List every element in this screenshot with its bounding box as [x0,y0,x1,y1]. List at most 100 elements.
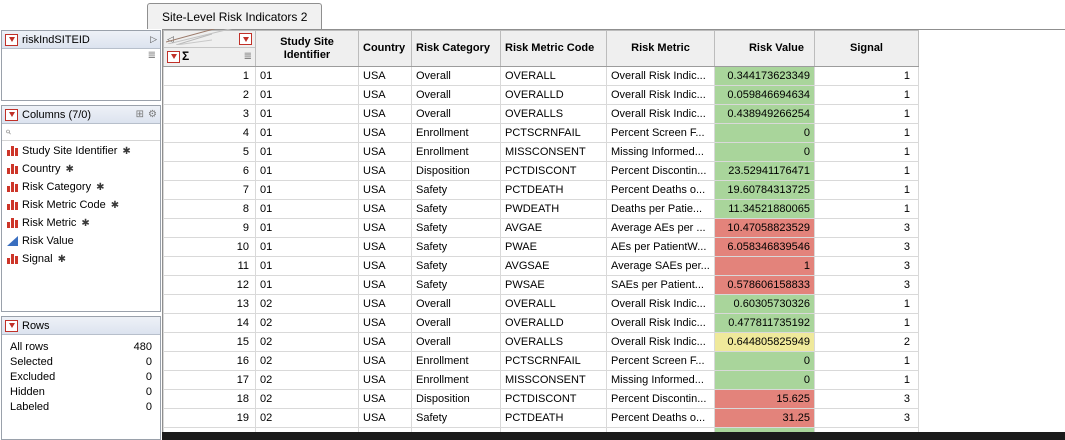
cell-signal[interactable]: 2 [815,333,919,352]
cell-value[interactable]: 0.644805825949 [715,333,815,352]
cell-rownum[interactable]: 14 [164,314,256,333]
col-header-risk-category[interactable]: Risk Category [412,31,501,67]
cell-site[interactable]: 01 [256,238,359,257]
column-item-signal[interactable]: Signal✱ [2,250,160,268]
cell-category[interactable]: Safety [412,181,501,200]
cell-signal[interactable]: 1 [815,86,919,105]
cell-site[interactable]: 01 [256,86,359,105]
cell-value[interactable]: 0 [715,124,815,143]
cell-rownum[interactable]: 6 [164,162,256,181]
cell-rownum[interactable]: 18 [164,390,256,409]
cell-signal[interactable]: 1 [815,143,919,162]
cell-category[interactable]: Overall [412,86,501,105]
cell-metric[interactable]: Percent Discontin... [607,162,715,181]
cell-rownum[interactable]: 1 [164,67,256,86]
columns-search[interactable] [2,124,160,141]
cell-country[interactable]: USA [359,333,412,352]
cell-signal[interactable]: 1 [815,105,919,124]
cell-code[interactable]: OVERALLD [501,314,607,333]
cell-rownum[interactable]: 7 [164,181,256,200]
cell-rownum[interactable]: 15 [164,333,256,352]
cell-code[interactable]: OVERALLS [501,333,607,352]
col-header-country[interactable]: Country [359,31,412,67]
cell-signal[interactable]: 3 [815,276,919,295]
cell-country[interactable]: USA [359,390,412,409]
column-grid-icon[interactable]: ⊞ [136,110,144,120]
cell-signal[interactable]: 3 [815,257,919,276]
column-item-study-site-identifier[interactable]: Study Site Identifier✱ [2,142,160,160]
column-item-risk-category[interactable]: Risk Category✱ [2,178,160,196]
cell-category[interactable]: Safety [412,276,501,295]
cell-signal[interactable]: 1 [815,371,919,390]
cell-value[interactable]: 0 [715,371,815,390]
col-header-study-site-identifier[interactable]: Study Site Identifier [256,31,359,67]
cell-country[interactable]: USA [359,409,412,428]
cell-rownum[interactable]: 19 [164,409,256,428]
column-item-risk-value[interactable]: Risk Value [2,232,160,250]
cell-code[interactable]: PCTDEATH [501,409,607,428]
cell-country[interactable]: USA [359,162,412,181]
cell-code[interactable]: PWSAE [501,276,607,295]
cell-value[interactable]: 0.60305730326 [715,295,815,314]
sigma-icon[interactable]: Σ [182,50,189,63]
cell-code[interactable]: MISSCONSENT [501,371,607,390]
cell-category[interactable]: Enrollment [412,143,501,162]
cell-category[interactable]: Disposition [412,390,501,409]
cell-site[interactable]: 02 [256,352,359,371]
cell-category[interactable]: Safety [412,200,501,219]
cell-site[interactable]: 02 [256,390,359,409]
cell-site[interactable]: 02 [256,295,359,314]
cell-metric[interactable]: Missing Informed... [607,143,715,162]
cell-code[interactable]: OVERALL [501,295,607,314]
cell-signal[interactable]: 1 [815,67,919,86]
rows-header-red-triangle-icon[interactable] [167,51,180,63]
cell-value[interactable]: 10.47058823529 [715,219,815,238]
cell-site[interactable]: 01 [256,162,359,181]
cell-metric[interactable]: Percent Discontin... [607,390,715,409]
cell-site[interactable]: 01 [256,181,359,200]
columns-header-red-triangle-icon[interactable] [239,33,252,45]
cell-site[interactable]: 01 [256,105,359,124]
cell-value[interactable]: 0.477811735192 [715,314,815,333]
cell-code[interactable]: AVGSAE [501,257,607,276]
cell-site[interactable]: 01 [256,257,359,276]
row-state-list-icon[interactable]: ≣ [244,52,252,62]
column-item-risk-metric[interactable]: Risk Metric✱ [2,214,160,232]
cell-country[interactable]: USA [359,181,412,200]
cell-site[interactable]: 01 [256,124,359,143]
cell-value[interactable]: 11.34521880065 [715,200,815,219]
cell-rownum[interactable]: 8 [164,200,256,219]
cell-site[interactable]: 01 [256,276,359,295]
cell-country[interactable]: USA [359,67,412,86]
cell-metric[interactable]: Overall Risk Indic... [607,314,715,333]
cell-site[interactable]: 02 [256,333,359,352]
cell-value[interactable]: 19.60784313725 [715,181,815,200]
col-header-risk-value[interactable]: Risk Value [715,31,815,67]
columns-menu-red-triangle-icon[interactable] [5,109,18,121]
cell-site[interactable]: 02 [256,314,359,333]
cell-site[interactable]: 01 [256,143,359,162]
cell-metric[interactable]: Percent Deaths o... [607,409,715,428]
cell-signal[interactable]: 1 [815,162,919,181]
cell-rownum[interactable]: 4 [164,124,256,143]
cell-country[interactable]: USA [359,143,412,162]
cell-country[interactable]: USA [359,295,412,314]
cell-category[interactable]: Enrollment [412,371,501,390]
cell-code[interactable]: PCTDISCONT [501,390,607,409]
col-header-risk-metric[interactable]: Risk Metric [607,31,715,67]
cell-code[interactable]: OVERALLS [501,105,607,124]
cell-country[interactable]: USA [359,276,412,295]
cell-value[interactable]: 0.578606158833 [715,276,815,295]
cell-category[interactable]: Safety [412,257,501,276]
cell-value[interactable]: 15.625 [715,390,815,409]
cell-category[interactable]: Safety [412,409,501,428]
table-script-list-icon[interactable]: ≣ [148,51,156,61]
cell-rownum[interactable]: 9 [164,219,256,238]
cell-signal[interactable]: 1 [815,314,919,333]
cell-metric[interactable]: Average SAEs per... [607,257,715,276]
cell-site[interactable]: 02 [256,409,359,428]
cell-code[interactable]: OVERALLD [501,86,607,105]
cell-category[interactable]: Enrollment [412,124,501,143]
cell-signal[interactable]: 1 [815,352,919,371]
cell-metric[interactable]: Percent Screen F... [607,352,715,371]
